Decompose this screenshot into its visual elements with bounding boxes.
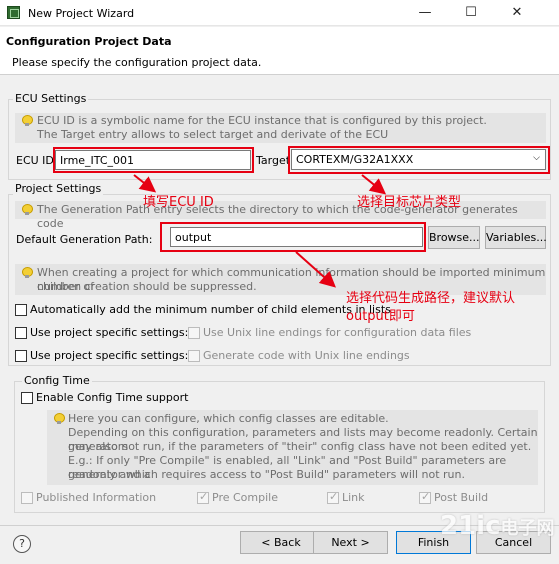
gen-path-arrow [295, 251, 336, 288]
watermark-logo: 21ic电子网 [440, 511, 555, 541]
ecu-id-annotation: 填写ECU ID [143, 195, 214, 210]
target-annotation: 选择目标芯片类型 [357, 195, 462, 210]
target-arrow [361, 174, 387, 195]
gen-path-annotation-2: output即可 [346, 309, 415, 324]
annotation-arrows [133, 174, 387, 288]
ecu-id-arrow [133, 174, 157, 193]
gen-path-annotation-1: 选择代码生成路径，建议默认 [346, 291, 516, 306]
